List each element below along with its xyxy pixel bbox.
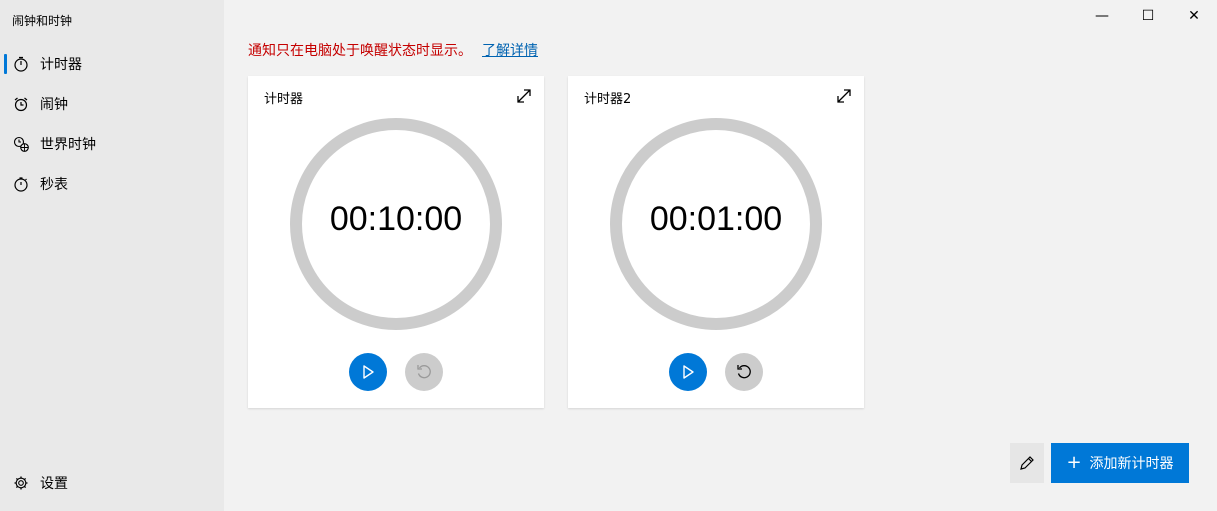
sidebar-item-label: 计时器	[40, 57, 82, 73]
play-icon	[683, 365, 694, 379]
reset-icon	[417, 365, 431, 379]
sidebar-item-label: 世界时钟	[40, 137, 96, 153]
main-content: — ☐ ✕ 通知只在电脑处于唤醒状态时显示。 了解详情 计时器 00:10:00 …	[224, 0, 1217, 511]
expand-icon[interactable]	[834, 86, 854, 106]
play-button[interactable]	[669, 353, 707, 391]
minimize-button[interactable]: —	[1079, 0, 1125, 32]
notice-text: 通知只在电脑处于唤醒状态时显示。	[248, 43, 472, 59]
gear-icon	[12, 474, 30, 492]
sidebar-item-stopwatch[interactable]: 秒表	[0, 164, 224, 204]
timer-name: 计时器2	[584, 92, 632, 107]
sidebar-item-label: 闹钟	[40, 97, 68, 113]
edit-button[interactable]	[1010, 443, 1044, 483]
sidebar-item-alarm[interactable]: 闹钟	[0, 84, 224, 124]
timer-icon	[12, 55, 30, 73]
timer-time: 00:10:00	[329, 200, 463, 238]
stopwatch-icon	[12, 175, 30, 193]
play-icon	[363, 365, 374, 379]
sidebar-item-timer[interactable]: 计时器	[0, 44, 224, 84]
play-button[interactable]	[349, 353, 387, 391]
notification-notice: 通知只在电脑处于唤醒状态时显示。 了解详情	[248, 40, 538, 60]
close-button[interactable]: ✕	[1171, 0, 1217, 32]
sidebar-item-label: 秒表	[40, 177, 68, 193]
pencil-icon	[1020, 456, 1034, 470]
timer-card[interactable]: 计时器2 00:01:00	[568, 76, 864, 408]
add-timer-button[interactable]: + 添加新计时器	[1051, 443, 1189, 483]
reset-icon	[737, 365, 751, 379]
world-clock-icon	[12, 135, 30, 153]
sidebar: 闹钟和时钟 计时器 闹钟 世界时钟 秒表 设置	[0, 0, 224, 511]
reset-button[interactable]	[405, 353, 443, 391]
sidebar-item-settings[interactable]: 设置	[0, 463, 224, 503]
learn-more-link[interactable]: 了解详情	[482, 43, 538, 59]
timer-time: 00:01:00	[649, 200, 783, 238]
plus-icon: +	[1066, 452, 1082, 473]
timer-name: 计时器	[264, 92, 304, 107]
sidebar-item-world-clock[interactable]: 世界时钟	[0, 124, 224, 164]
sidebar-item-label: 设置	[40, 476, 68, 492]
app-title: 闹钟和时钟	[12, 14, 73, 28]
alarm-icon	[12, 95, 30, 113]
timer-card[interactable]: 计时器 00:10:00	[248, 76, 544, 408]
expand-icon[interactable]	[514, 86, 534, 106]
add-timer-label: 添加新计时器	[1089, 456, 1174, 472]
maximize-button[interactable]: ☐	[1125, 0, 1171, 32]
reset-button[interactable]	[725, 353, 763, 391]
